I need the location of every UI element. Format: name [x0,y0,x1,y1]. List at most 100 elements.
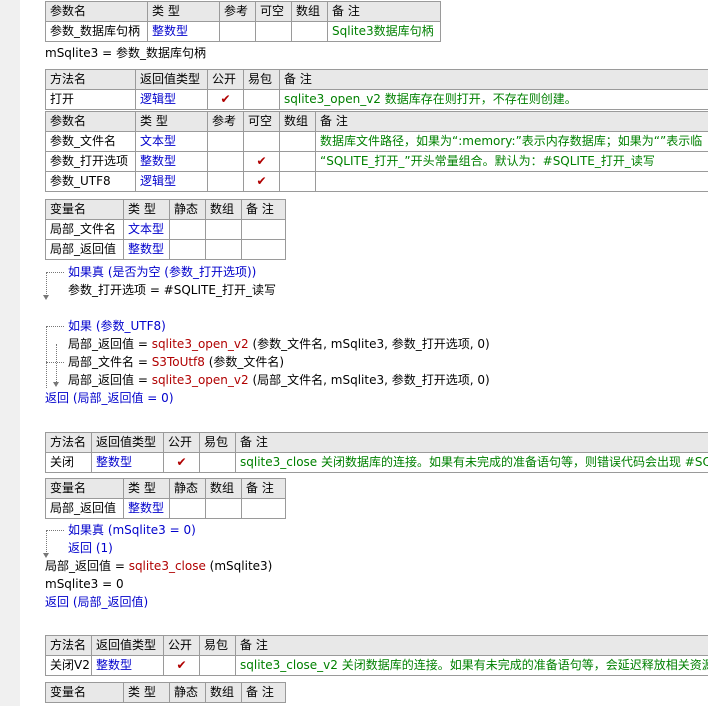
table-row[interactable]: 局部_返回值 整数型 [45,498,286,519]
param-ref[interactable] [207,171,244,192]
method-return-type[interactable]: 整数型 [91,655,164,676]
flow-line [46,362,64,363]
var-static[interactable] [169,219,206,240]
method-note[interactable]: sqlite3_open_v2 数据库存在则打开，不存在则创建。 [279,89,708,110]
code-line[interactable]: 如果真 (是否为空 (参数_打开选项)) [68,264,256,280]
method-package[interactable] [243,89,280,110]
col-header: 返回值类型 [135,69,208,90]
var-array[interactable] [205,219,242,240]
method-name[interactable]: 打开 [45,89,136,110]
flow-line [46,326,47,388]
table-row[interactable]: 关闭V2 整数型 ✔ sqlite3_close_v2 关闭数据库的连接。如果有… [45,655,708,676]
col-header: 公开 [163,432,200,453]
col-header: 备 注 [241,478,286,499]
flow-line [46,530,47,554]
code-text: 局部_返回值 = [68,373,152,387]
col-header: 可空 [255,1,292,22]
public-check-icon[interactable]: ✔ [163,452,200,473]
var-static[interactable] [169,239,206,260]
table-row[interactable]: 参数_文件名 文本型 数据库文件路径，如果为“:memory:”表示内存数据库；… [45,131,708,152]
table-row[interactable]: 局部_返回值 整数型 [45,239,286,260]
param-name[interactable]: 参数_打开选项 [45,151,136,172]
var-static[interactable] [169,498,206,519]
table-header-row: 变量名 类 型 静态 数组 备 注 [45,478,286,499]
nullable-check-icon[interactable]: ✔ [243,151,280,172]
var-type[interactable]: 文本型 [123,219,170,240]
param-array[interactable] [279,171,316,192]
method-note[interactable]: sqlite3_close_v2 关闭数据库的连接。如果有未完成的准备语句等，会… [235,655,708,676]
param-nullable[interactable] [255,21,292,42]
param-array[interactable] [279,151,316,172]
method-name[interactable]: 关闭 [45,452,92,473]
var-array[interactable] [205,239,242,260]
col-header: 可空 [243,111,280,132]
col-header: 备 注 [235,432,708,453]
table-header-row: 参数名 类 型 参考 可空 数组 备 注 [45,111,708,132]
param-ref[interactable] [219,21,256,42]
method-table-close: 方法名 返回值类型 公开 易包 备 注 关闭 整数型 ✔ sqlite3_clo… [45,432,708,473]
code-line[interactable]: 返回 (局部_返回值) [45,594,148,610]
code-line[interactable]: 参数_打开选项 = #SQLITE_打开_读写 [68,282,276,298]
var-type[interactable]: 整数型 [123,498,170,519]
param-type[interactable]: 整数型 [147,21,220,42]
param-ref[interactable] [207,151,244,172]
code-line[interactable]: 局部_返回值 = sqlite3_open_v2 (参数_文件名, mSqlit… [68,336,490,352]
param-name[interactable]: 参数_文件名 [45,131,136,152]
var-note[interactable] [241,219,286,240]
col-header: 静态 [169,478,206,499]
table-row[interactable]: 参数_打开选项 整数型 ✔ “SQLITE_打开_”开头常量组合。默认为：#SQ… [45,151,708,172]
method-return-type[interactable]: 逻辑型 [135,89,208,110]
table-row[interactable]: 参数_UTF8 逻辑型 ✔ [45,171,708,192]
code-line[interactable]: 局部_返回值 = sqlite3_close (mSqlite3) [45,558,272,574]
var-table-close-v2: 变量名 类 型 静态 数组 备 注 [45,682,286,703]
param-array[interactable] [291,21,328,42]
table-row[interactable]: 打开 逻辑型 ✔ sqlite3_open_v2 数据库存在则打开，不存在则创建… [45,89,708,110]
col-header: 参数名 [45,111,136,132]
method-package[interactable] [199,655,236,676]
var-note[interactable] [241,239,286,260]
param-type[interactable]: 文本型 [135,131,208,152]
param-note[interactable] [315,171,708,192]
code-line[interactable]: 返回 (局部_返回值 = 0) [45,390,174,406]
param-type[interactable]: 逻辑型 [135,171,208,192]
public-check-icon[interactable]: ✔ [163,655,200,676]
code-line[interactable]: mSqlite3 = 0 [45,576,124,592]
code-line[interactable]: 局部_文件名 = S3ToUtf8 (参数_文件名) [68,354,284,370]
var-note[interactable] [241,498,286,519]
code-line[interactable]: 如果 (参数_UTF8) [68,318,166,334]
var-name[interactable]: 局部_返回值 [45,498,124,519]
table-row[interactable]: 局部_文件名 文本型 [45,219,286,240]
code-text: 局部_文件名 = [68,355,152,369]
param-ref[interactable] [207,131,244,152]
table-row[interactable]: 参数_数据库句柄 整数型 Sqlite3数据库句柄 [45,21,441,42]
param-array[interactable] [279,131,316,152]
code-line[interactable]: mSqlite3 = 参数_数据库句柄 [45,45,206,61]
method-note[interactable]: sqlite3_close 关闭数据库的连接。如果有未完成的准备语句等，则错误代… [235,452,708,473]
code-line[interactable]: 返回 (1) [68,540,113,556]
param-table-open: 参数名 类 型 参考 可空 数组 备 注 参数_文件名 文本型 数据库文件路径，… [45,111,708,192]
code-line[interactable]: 如果真 (mSqlite3 = 0) [68,522,196,538]
param-name[interactable]: 参数_UTF8 [45,171,136,192]
param-note[interactable]: Sqlite3数据库句柄 [327,21,441,42]
left-gutter [0,0,20,706]
public-check-icon[interactable]: ✔ [207,89,244,110]
param-name[interactable]: 参数_数据库句柄 [45,21,148,42]
method-return-type[interactable]: 整数型 [91,452,164,473]
flow-line [46,272,64,273]
var-name[interactable]: 局部_返回值 [45,239,124,260]
function-call: S3ToUtf8 [151,355,205,369]
param-nullable[interactable] [243,131,280,152]
param-note[interactable]: 数据库文件路径，如果为“:memory:”表示内存数据库；如果为“”表示临 [315,131,708,152]
col-header: 类 型 [123,682,170,703]
param-type[interactable]: 整数型 [135,151,208,172]
method-package[interactable] [199,452,236,473]
method-table-open: 方法名 返回值类型 公开 易包 备 注 打开 逻辑型 ✔ sqlite3_ope… [45,69,708,110]
method-name[interactable]: 关闭V2 [45,655,92,676]
nullable-check-icon[interactable]: ✔ [243,171,280,192]
table-row[interactable]: 关闭 整数型 ✔ sqlite3_close 关闭数据库的连接。如果有未完成的准… [45,452,708,473]
var-array[interactable] [205,498,242,519]
code-line[interactable]: 局部_返回值 = sqlite3_open_v2 (局部_文件名, mSqlit… [68,372,490,388]
param-note[interactable]: “SQLITE_打开_”开头常量组合。默认为：#SQLITE_打开_读写 [315,151,708,172]
var-type[interactable]: 整数型 [123,239,170,260]
var-name[interactable]: 局部_文件名 [45,219,124,240]
